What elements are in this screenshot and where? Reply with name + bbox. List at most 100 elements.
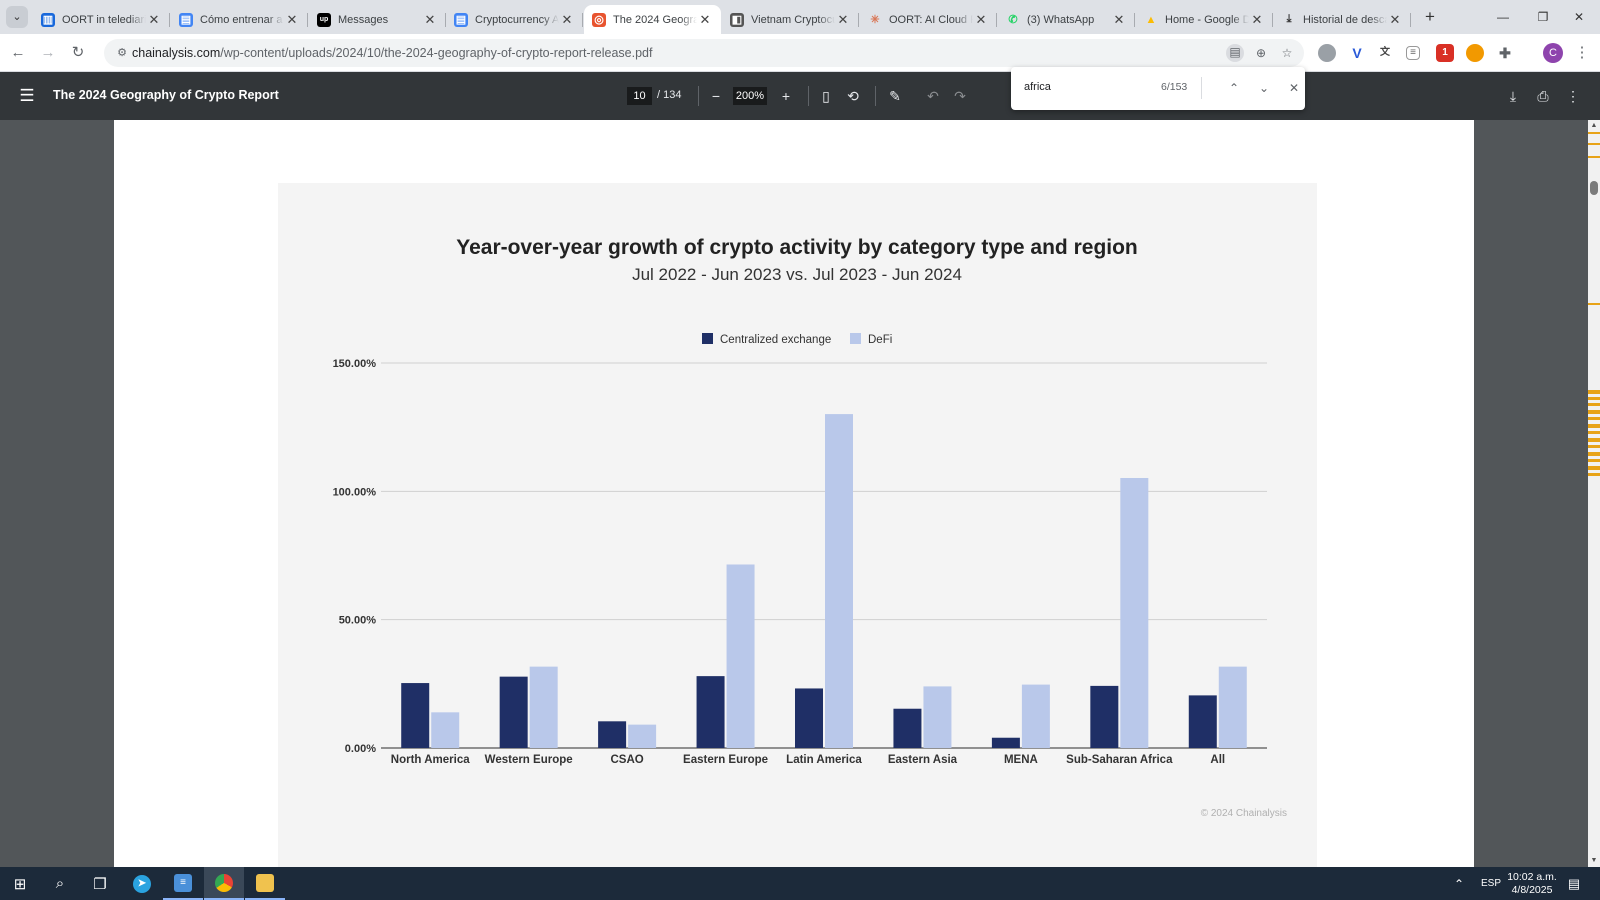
browser-tab[interactable]: ▤ Cryptocurrency A ✕: [446, 5, 583, 34]
tab-close-icon[interactable]: ✕: [284, 12, 300, 28]
browser-tab[interactable]: ✳ OORT: AI Cloud P ✕: [860, 5, 997, 34]
extension-reader-icon[interactable]: ≡: [1406, 46, 1420, 60]
zoom-level-input[interactable]: 200%: [733, 87, 767, 105]
chart-credit: © 2024 Chainalysis: [1201, 808, 1287, 819]
zoom-out-button[interactable]: −: [705, 85, 727, 107]
browser-tab[interactable]: up Messages ✕: [309, 5, 446, 34]
site-info-icon[interactable]: ⚙: [114, 45, 130, 61]
annotate-button[interactable]: ✎: [884, 85, 906, 107]
chainalysis-icon: ◎: [592, 12, 606, 27]
taskbar-file-explorer[interactable]: [245, 867, 285, 900]
browser-tab[interactable]: ▤ Cómo entrenar a ✕: [171, 5, 308, 34]
zoom-in-button[interactable]: +: [775, 85, 797, 107]
bookmark-star-icon[interactable]: ☆: [1278, 45, 1296, 61]
find-match-marker: [1588, 403, 1600, 406]
browser-tab[interactable]: ◎ The 2024 Geogra ✕: [584, 5, 721, 34]
tab-close-icon[interactable]: ✕: [146, 12, 162, 28]
extension-v-icon[interactable]: V: [1348, 44, 1366, 62]
bar-defi: [1120, 477, 1149, 748]
browser-menu-button[interactable]: ⋮: [1570, 41, 1594, 65]
find-match-marker: [1588, 445, 1600, 448]
notifications-button[interactable]: ▤: [1563, 867, 1585, 900]
back-button[interactable]: ←: [6, 41, 30, 65]
pdf-more-button[interactable]: ⋮: [1562, 85, 1584, 107]
tab-close-icon[interactable]: ✕: [422, 12, 438, 28]
extension-fox-icon[interactable]: [1466, 44, 1484, 62]
start-button[interactable]: ⊞: [0, 867, 40, 900]
find-match-marker: [1588, 397, 1600, 400]
tab-close-icon[interactable]: ✕: [1111, 12, 1127, 28]
tab-close-icon[interactable]: ✕: [1387, 12, 1403, 28]
tab-close-icon[interactable]: ✕: [559, 12, 575, 28]
tab-close-icon[interactable]: ✕: [1249, 12, 1265, 28]
find-input[interactable]: africa: [1024, 81, 1051, 93]
scroll-up-arrow[interactable]: ▲: [1590, 122, 1598, 130]
bar-defi: [726, 564, 755, 748]
find-match-marker: [1588, 431, 1600, 434]
close-window-button[interactable]: ✕: [1556, 6, 1600, 28]
rotate-button[interactable]: ⟲: [842, 85, 864, 107]
taskbar-notepad[interactable]: ≡: [163, 867, 203, 900]
find-next-button[interactable]: ⌄: [1254, 78, 1274, 98]
tray-overflow-button[interactable]: ⌃: [1448, 867, 1470, 900]
reload-icon: ↻: [71, 44, 85, 61]
docs-icon: ▤: [179, 12, 193, 27]
browser-toolbar: ← → ↻ ⚙ chainalysis.com/wp-content/uploa…: [0, 34, 1600, 72]
x-tick-label: MENA: [1004, 754, 1038, 766]
x-tick-label: Eastern Asia: [888, 754, 958, 766]
forward-button[interactable]: →: [36, 41, 60, 65]
chart-subtitle: Jul 2022 - Jun 2023 vs. Jul 2023 - Jun 2…: [632, 265, 962, 284]
browser-tab[interactable]: ▥ OORT in telediario ✕: [33, 5, 170, 34]
whatsapp-icon: ✆: [1008, 14, 1018, 26]
profile-avatar[interactable]: C: [1543, 43, 1563, 63]
reader-mode-icon[interactable]: ▤: [1226, 44, 1244, 62]
toolbar-divider: [808, 86, 809, 106]
address-bar[interactable]: ⚙ chainalysis.com/wp-content/uploads/202…: [104, 39, 1304, 67]
download-button[interactable]: ⤓: [1502, 85, 1524, 107]
find-bar: africa 6/153 ⌃ ⌄ ✕: [1011, 67, 1305, 110]
rotate-icon: ⟲: [847, 88, 859, 104]
minus-icon: −: [711, 88, 721, 104]
find-match-marker: [1588, 438, 1600, 442]
extension-badge-icon[interactable]: 1: [1436, 44, 1454, 62]
scroll-down-arrow[interactable]: ▼: [1590, 857, 1598, 865]
browser-tab[interactable]: ✆ (3) WhatsApp ✕: [998, 5, 1135, 34]
task-view-button[interactable]: ❐: [80, 867, 120, 900]
browser-tab[interactable]: ▲ Home - Google D ✕: [1136, 5, 1273, 34]
new-tab-button[interactable]: +: [1420, 7, 1440, 27]
search-button[interactable]: ⌕: [40, 867, 80, 900]
pdf-menu-button[interactable]: ☰: [16, 85, 38, 107]
tab-close-icon[interactable]: ✕: [697, 12, 713, 28]
browser-tab[interactable]: ⤓ Historial de desca ✕: [1274, 5, 1411, 34]
browser-tab[interactable]: ◧ Vietnam Cryptocu ✕: [722, 5, 859, 34]
taskbar-chrome[interactable]: [204, 867, 244, 900]
page-number-input[interactable]: 10: [627, 87, 652, 105]
taskbar-telegram[interactable]: ➤: [122, 867, 162, 900]
plus-icon: +: [1425, 7, 1435, 26]
extensions-puzzle-icon[interactable]: ✚: [1496, 44, 1514, 62]
find-previous-button[interactable]: ⌃: [1224, 78, 1244, 98]
extension-translate-icon[interactable]: 文: [1376, 44, 1394, 62]
tab-search-button[interactable]: ⌄: [6, 6, 28, 28]
chevron-up-icon: ⌃: [1453, 876, 1465, 891]
find-close-button[interactable]: ✕: [1284, 78, 1304, 98]
undo-button[interactable]: ↶: [922, 85, 944, 107]
extension-circle-icon[interactable]: [1318, 44, 1336, 62]
scroll-thumb[interactable]: [1590, 181, 1598, 195]
tab-close-icon[interactable]: ✕: [973, 12, 989, 28]
url-text[interactable]: chainalysis.com/wp-content/uploads/2024/…: [132, 46, 652, 60]
tab-title: OORT: AI Cloud P: [889, 13, 973, 26]
bar-centralized-exchange: [893, 708, 922, 748]
tab-title: Vietnam Cryptocu: [751, 13, 835, 26]
document-scrollbar[interactable]: ▲ ▼: [1588, 120, 1600, 867]
close-icon: ✕: [1573, 10, 1585, 24]
plus-icon: +: [781, 88, 791, 104]
reload-button[interactable]: ↻: [66, 41, 90, 65]
redo-button[interactable]: ↷: [949, 85, 971, 107]
fit-page-button[interactable]: ▯: [815, 85, 837, 107]
taskbar-clock[interactable]: 10:02 a.m. 4/8/2025: [1496, 871, 1568, 897]
tab-close-icon[interactable]: ✕: [835, 12, 851, 28]
print-button[interactable]: ⎙: [1532, 85, 1554, 107]
pdf-document-area[interactable]: 0.00% 50.00% 100.00% 150.00% North America W…: [0, 120, 1588, 867]
zoom-icon[interactable]: ⊕: [1252, 45, 1270, 61]
